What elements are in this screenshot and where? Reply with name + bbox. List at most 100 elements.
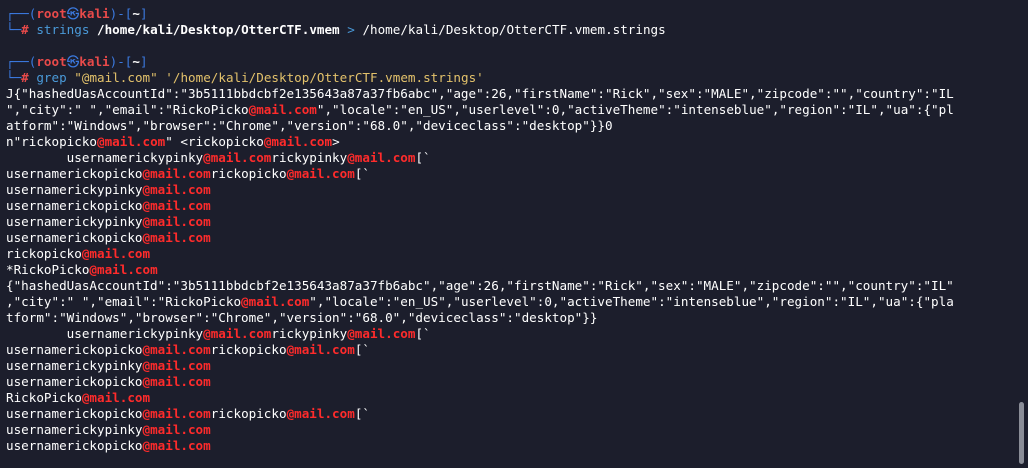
prompt-cwd: ~ xyxy=(132,54,140,69)
command-line[interactable]: └─# strings /home/kali/Desktop/OtterCTF.… xyxy=(6,22,1018,38)
output-text: usernamerickopicko xyxy=(6,374,143,389)
output-text: usernamerickypinky xyxy=(6,358,143,373)
match-highlight: @mail.com xyxy=(142,214,211,229)
output-line: usernamerickypinky@mail.com xyxy=(6,422,1018,438)
output-text: [` xyxy=(354,342,370,357)
prompt-user: root xyxy=(36,54,67,69)
skull-icon: ㉿ xyxy=(66,54,80,69)
output-text: [` xyxy=(415,150,431,165)
match-highlight: @mail.com xyxy=(81,246,151,261)
output-text: > xyxy=(332,134,340,149)
output-text: usernamerickopicko xyxy=(6,406,143,421)
output-line: usernamerickopicko@mail.comrickopicko@ma… xyxy=(6,406,1018,422)
output-text: [` xyxy=(354,166,370,181)
command-arg: "@mail.com" xyxy=(74,70,158,85)
match-highlight: @mail.com xyxy=(142,438,211,453)
output-text: rickypinky xyxy=(271,326,348,341)
output-text: J{"hashedUasAccountId":"3b5111bbdcbf2e13… xyxy=(6,86,954,101)
match-highlight: @mail.com xyxy=(142,374,211,389)
output-text: [` xyxy=(415,326,431,341)
output-text: tform":"Windows","browser":"Chrome","ver… xyxy=(6,310,598,325)
prompt-hash: # xyxy=(21,70,37,85)
grep-output: J{"hashedUasAccountId":"3b5111bbdcbf2e13… xyxy=(6,86,1018,454)
match-highlight: @mail.com xyxy=(347,326,416,341)
command-arg: '/home/kali/Desktop/OtterCTF.vmem.string… xyxy=(165,70,484,85)
output-text: rickopicko xyxy=(210,342,287,357)
output-line: ","city":" ","email":"RickoPicko@mail.co… xyxy=(6,102,1018,118)
output-text: usernamerickypinky xyxy=(6,182,143,197)
output-line: usernamerickopicko@mail.com xyxy=(6,198,1018,214)
output-line: usernamerickopicko@mail.comrickopicko@ma… xyxy=(6,166,1018,182)
output-text: RickoPicko xyxy=(6,390,82,405)
match-highlight: @mail.com xyxy=(248,102,317,117)
output-text: usernamerickypinky xyxy=(6,422,143,437)
output-line: {"hashedUasAccountId":"3b5111bbdcbf2e135… xyxy=(6,278,1018,294)
output-line: rickopicko@mail.com xyxy=(6,246,1018,262)
match-highlight: @mail.com xyxy=(97,134,166,149)
prompt-cwd: ~ xyxy=(132,6,140,21)
output-text: usernamerickypinky xyxy=(6,214,143,229)
terminal-output: ┌──(root㉿kali)-[~] └─# strings /home/kal… xyxy=(6,6,1018,454)
command-program: grep xyxy=(36,70,67,85)
output-text: atform":"Windows","browser":"Chrome","ve… xyxy=(6,118,613,133)
output-text: rickopicko xyxy=(210,406,287,421)
match-highlight: @mail.com xyxy=(89,262,158,277)
prompt-hash: # xyxy=(21,22,37,37)
match-highlight: @mail.com xyxy=(203,150,272,165)
output-line: atform":"Windows","browser":"Chrome","ve… xyxy=(6,118,1018,134)
output-line: usernamerickopicko@mail.com xyxy=(6,438,1018,454)
output-text: usernamerickopicko xyxy=(6,166,143,181)
command-program: strings xyxy=(36,22,90,37)
output-line: n"rickopicko@mail.com" <rickopicko@mail.… xyxy=(6,134,1018,150)
output-text: usernamerickopicko xyxy=(6,438,143,453)
match-highlight: @mail.com xyxy=(347,150,416,165)
output-text: ,"city":" ","email":"RickoPicko xyxy=(6,294,242,309)
match-highlight: @mail.com xyxy=(142,342,211,357)
prompt-header: ┌──(root㉿kali)-[~] xyxy=(6,6,148,21)
prompt-header: ┌──(root㉿kali)-[~] xyxy=(6,54,148,69)
prompt-host: kali xyxy=(79,54,110,69)
match-highlight: @mail.com xyxy=(263,134,333,149)
output-text: " <rickopicko xyxy=(165,134,264,149)
output-text: ","city":" ","email":"RickoPicko xyxy=(6,102,249,117)
output-line: tform":"Windows","browser":"Chrome","ver… xyxy=(6,310,1018,326)
output-line: RickoPicko@mail.com xyxy=(6,390,1018,406)
output-text: [` xyxy=(354,406,370,421)
output-line: usernamerickypinky@mail.com xyxy=(6,214,1018,230)
output-line: usernamerickypinky@mail.com xyxy=(6,358,1018,374)
redirect-operator: > xyxy=(347,22,355,37)
terminal-window[interactable]: ┌──(root㉿kali)-[~] └─# strings /home/kal… xyxy=(0,0,1028,468)
output-line: usernamerickypinky@mail.com xyxy=(6,182,1018,198)
match-highlight: @mail.com xyxy=(142,230,211,245)
match-highlight: @mail.com xyxy=(286,342,355,357)
output-text: rickopicko xyxy=(6,246,82,261)
output-text: rickopicko xyxy=(210,166,287,181)
output-text: n"rickopicko xyxy=(6,134,97,149)
output-line: *RickoPicko@mail.com xyxy=(6,262,1018,278)
skull-icon: ㉿ xyxy=(66,6,80,21)
output-line: usernamerickopicko@mail.com xyxy=(6,374,1018,390)
output-line: usernamerickypinky@mail.comrickypinky@ma… xyxy=(6,150,1018,166)
prompt-host: kali xyxy=(79,6,110,21)
output-text: usernamerickopicko xyxy=(6,342,143,357)
output-line: usernamerickypinky@mail.comrickypinky@ma… xyxy=(6,326,1018,342)
output-text: usernamerickopicko xyxy=(6,198,143,213)
output-text: usernamerickopicko xyxy=(6,230,143,245)
prompt-user: root xyxy=(36,6,67,21)
command-line[interactable]: └─# grep "@mail.com" '/home/kali/Desktop… xyxy=(6,70,1018,86)
match-highlight: @mail.com xyxy=(142,358,211,373)
output-line: ,"city":" ","email":"RickoPicko@mail.com… xyxy=(6,294,1018,310)
match-highlight: @mail.com xyxy=(286,166,355,181)
output-text: {"hashedUasAccountId":"3b5111bbdcbf2e135… xyxy=(6,278,954,293)
match-highlight: @mail.com xyxy=(241,294,310,309)
scrollbar-thumb[interactable] xyxy=(1019,402,1024,464)
match-highlight: @mail.com xyxy=(286,406,355,421)
match-highlight: @mail.com xyxy=(142,406,211,421)
output-text: ","locale":"en_US","userlevel":0,"active… xyxy=(309,294,954,309)
match-highlight: @mail.com xyxy=(142,182,211,197)
output-text: usernamerickypinky xyxy=(6,326,204,341)
output-text: *RickoPicko xyxy=(6,262,90,277)
output-line: usernamerickopicko@mail.comrickopicko@ma… xyxy=(6,342,1018,358)
command-arg: /home/kali/Desktop/OtterCTF.vmem.strings xyxy=(362,22,666,37)
match-highlight: @mail.com xyxy=(142,422,211,437)
